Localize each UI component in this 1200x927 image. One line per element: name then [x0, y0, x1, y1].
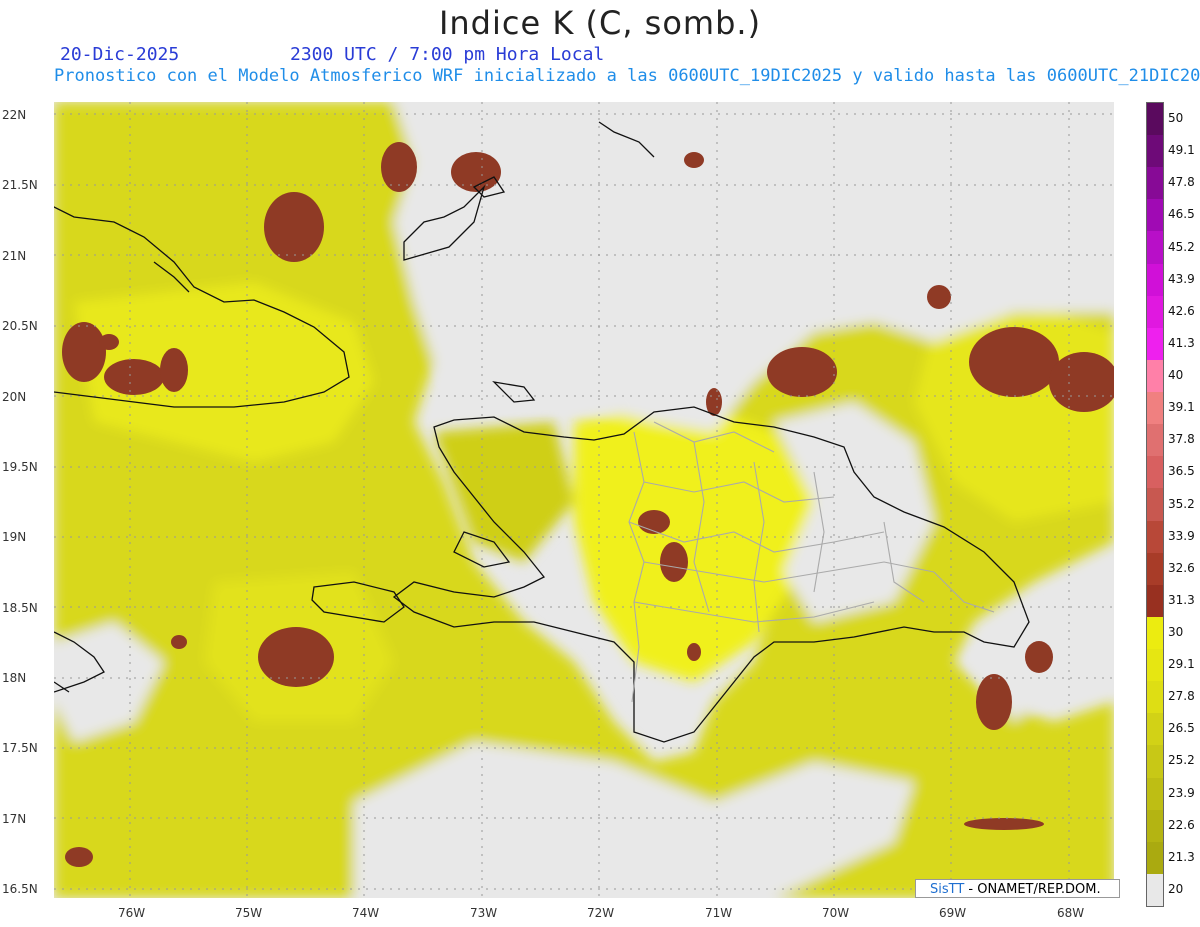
colorbar: [1146, 102, 1164, 907]
lon-label: 74W: [352, 906, 380, 920]
lat-label: 21N: [2, 249, 27, 263]
lat-label: 16.5N: [2, 882, 38, 896]
colorbar-label: 25.2: [1168, 753, 1195, 768]
colorbar-swatch: [1147, 745, 1163, 778]
colorbar-label: 27.8: [1168, 689, 1195, 704]
colorbar-swatch: [1147, 681, 1163, 714]
colorbar-label: 41.3: [1168, 335, 1195, 350]
colorbar-label: 47.8: [1168, 175, 1195, 190]
colorbar-label: 20: [1168, 881, 1184, 896]
lon-label: 69W: [939, 906, 967, 920]
colorbar-swatch: [1147, 327, 1163, 361]
lat-label: 17N: [2, 812, 27, 826]
colorbar-label: 23.9: [1168, 785, 1195, 800]
colorbar-label: 32.6: [1168, 560, 1195, 575]
k-index-map: [54, 102, 1114, 898]
colorbar-swatch: [1147, 295, 1163, 329]
colorbar-swatch: [1147, 584, 1163, 618]
colorbar-swatch: [1147, 649, 1163, 682]
lat-label: 21.5N: [2, 178, 38, 192]
colorbar-label: 50: [1168, 111, 1184, 126]
colorbar-swatch: [1147, 103, 1163, 136]
map-title: Indice K (C, somb.): [438, 4, 762, 42]
colorbar-label: 43.9: [1168, 271, 1195, 286]
colorbar-label: 22.6: [1168, 817, 1195, 832]
colorbar-swatch: [1147, 809, 1163, 843]
lon-label: 75W: [235, 906, 263, 920]
lat-label: 19N: [2, 530, 27, 544]
model-subtitle: Pronostico con el Modelo Atmosferico WRF…: [54, 66, 1200, 86]
credit-brand: SisTT: [930, 882, 965, 897]
colorbar-label: 40: [1168, 368, 1184, 383]
lat-label: 19.5N: [2, 460, 38, 474]
colorbar-swatch: [1147, 392, 1163, 425]
k-index-field: [54, 102, 1114, 898]
colorbar-label: 37.8: [1168, 432, 1195, 447]
colorbar-swatch: [1147, 841, 1163, 875]
lon-label: 71W: [705, 906, 733, 920]
colorbar-swatch: [1147, 424, 1163, 457]
colorbar-swatch: [1147, 456, 1163, 489]
colorbar-swatch: [1147, 552, 1163, 586]
map-canvas: [54, 102, 1114, 898]
lon-label: 73W: [470, 906, 498, 920]
colorbar-label: 36.5: [1168, 464, 1195, 479]
colorbar-label: 29.1: [1168, 657, 1195, 672]
colorbar-label: 45.2: [1168, 239, 1195, 254]
colorbar-swatch: [1147, 713, 1163, 746]
colorbar-label: 42.6: [1168, 303, 1195, 318]
lat-label: 18.5N: [2, 601, 38, 615]
colorbar-label: 30: [1168, 624, 1184, 639]
lat-label: 18N: [2, 671, 27, 685]
colorbar-label: 26.5: [1168, 721, 1195, 736]
colorbar-swatch: [1147, 167, 1163, 200]
colorbar-swatch: [1147, 873, 1163, 907]
colorbar-label: 39.1: [1168, 400, 1195, 415]
colorbar-swatch: [1147, 520, 1163, 554]
colorbar-label: 21.3: [1168, 849, 1195, 864]
credit-box: SisTT - ONAMET/REP.DOM.: [915, 879, 1120, 898]
colorbar-swatch: [1147, 199, 1163, 232]
colorbar-swatch: [1147, 135, 1163, 168]
colorbar-label: 31.3: [1168, 592, 1195, 607]
forecast-time: 2300 UTC / 7:00 pm Hora Local: [290, 44, 605, 65]
colorbar-label: 33.9: [1168, 528, 1195, 543]
lat-label: 22N: [2, 108, 27, 122]
lon-label: 68W: [1057, 906, 1085, 920]
colorbar-swatch: [1147, 488, 1163, 522]
lon-label: 76W: [118, 906, 146, 920]
colorbar-label: 35.2: [1168, 496, 1195, 511]
colorbar-swatch: [1147, 231, 1163, 265]
colorbar-swatch: [1147, 359, 1163, 393]
lon-label: 70W: [822, 906, 850, 920]
colorbar-swatch: [1147, 616, 1163, 650]
lon-label: 72W: [587, 906, 615, 920]
colorbar-swatch: [1147, 777, 1163, 811]
lat-label: 20N: [2, 390, 27, 404]
colorbar-swatch: [1147, 263, 1163, 297]
colorbar-label: 49.1: [1168, 143, 1195, 158]
forecast-date: 20-Dic-2025: [60, 44, 180, 65]
credit-org: - ONAMET/REP.DOM.: [964, 882, 1101, 897]
lat-label: 20.5N: [2, 319, 38, 333]
colorbar-label: 46.5: [1168, 207, 1195, 222]
lat-label: 17.5N: [2, 741, 38, 755]
